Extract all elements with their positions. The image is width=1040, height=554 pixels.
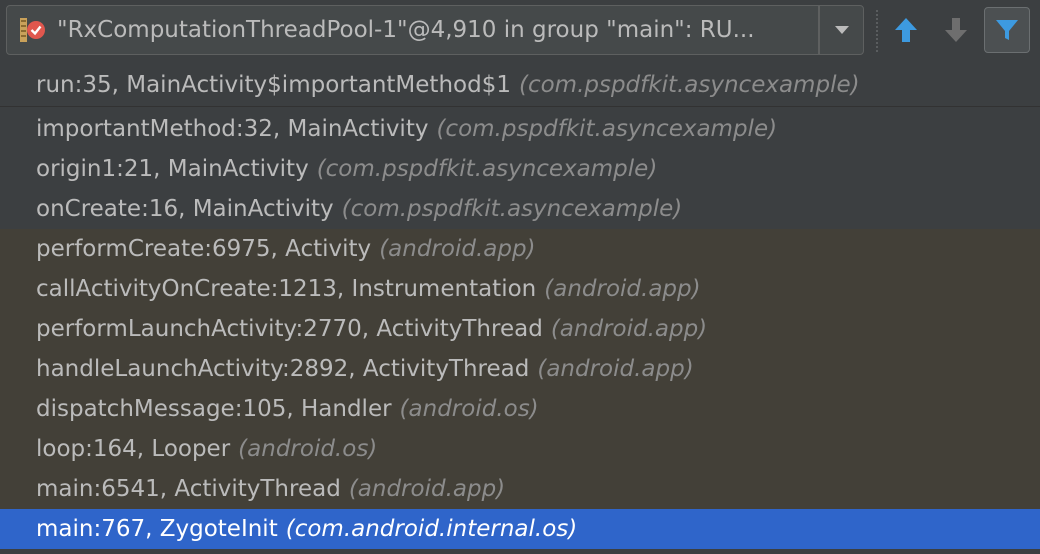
frame-method: main:6541, ActivityThread <box>36 476 341 502</box>
frame-method: origin1:21, MainActivity <box>36 156 309 182</box>
library-frame-row[interactable]: handleLaunchActivity:2892, ActivityThrea… <box>0 349 1040 389</box>
frame-package: (com.android.internal.os) <box>285 516 578 542</box>
frame-package: (android.os) <box>238 436 378 462</box>
frame-method: onCreate:16, MainActivity <box>36 196 334 222</box>
frames-list[interactable]: run:35, MainActivity$importantMethod$1 (… <box>0 63 1040 554</box>
frame-package: (com.pspdfkit.asyncexample) <box>436 116 778 142</box>
frame-package: (android.app) <box>537 356 694 382</box>
frame-package: (android.app) <box>348 476 506 502</box>
selected-frame-row[interactable]: main:767, ZygoteInit (com.android.intern… <box>0 509 1040 549</box>
frame-method: dispatchMessage:105, Handler <box>36 396 392 422</box>
library-frame-row[interactable]: dispatchMessage:105, Handler (android.os… <box>0 389 1040 429</box>
library-frame-row[interactable]: callActivityOnCreate:1213, Instrumentati… <box>0 269 1040 309</box>
frame-method: handleLaunchActivity:2892, ActivityThrea… <box>36 356 530 382</box>
frame-package: (android.app) <box>550 316 708 342</box>
library-frame-row[interactable]: main:6541, ActivityThread (android.app) <box>0 469 1040 509</box>
frame-package: (com.pspdfkit.asyncexample) <box>518 71 860 98</box>
frame-method: importantMethod:32, MainActivity <box>36 116 429 142</box>
frame-method: performLaunchActivity:2770, ActivityThre… <box>36 316 543 342</box>
library-frame-row[interactable]: performLaunchActivity:2770, ActivityThre… <box>0 309 1040 349</box>
library-frame-row[interactable]: loop:164, Looper (android.os) <box>0 429 1040 469</box>
thread-suspended-icon <box>17 15 47 45</box>
frame-package: (android.os) <box>399 396 539 422</box>
filter-library-frames-button[interactable] <box>984 7 1030 53</box>
frame-package: (android.app) <box>379 236 536 262</box>
chevron-down-icon <box>834 26 849 34</box>
arrow-down-icon <box>945 18 967 42</box>
filter-icon <box>996 20 1018 40</box>
frame-package: (com.pspdfkit.asyncexample) <box>341 196 683 222</box>
frame-method: callActivityOnCreate:1213, Instrumentati… <box>36 276 537 302</box>
frame-row[interactable]: onCreate:16, MainActivity (com.pspdfkit.… <box>0 189 1040 229</box>
next-frame-button[interactable] <box>936 9 976 51</box>
thread-dropdown-button[interactable] <box>819 5 864 55</box>
frame-method: run:35, MainActivity$importantMethod$1 <box>36 71 511 98</box>
toolbar-separator <box>876 10 878 52</box>
frame-method: performCreate:6975, Activity <box>36 236 372 262</box>
frame-package: (android.app) <box>544 276 701 302</box>
frame-method: main:767, ZygoteInit <box>36 516 278 542</box>
debugger-frames-toolbar: "RxComputationThreadPool-1"@4,910 in gro… <box>0 0 1040 63</box>
library-frame-row[interactable]: performCreate:6975, Activity (android.ap… <box>0 229 1040 269</box>
previous-frame-button[interactable] <box>886 9 926 51</box>
arrow-up-icon <box>895 18 917 42</box>
frame-package: (com.pspdfkit.asyncexample) <box>316 156 658 182</box>
thread-selector[interactable]: "RxComputationThreadPool-1"@4,910 in gro… <box>6 5 819 55</box>
thread-selector-label: "RxComputationThreadPool-1"@4,910 in gro… <box>57 17 755 43</box>
frame-row[interactable]: importantMethod:32, MainActivity (com.ps… <box>0 109 1040 149</box>
frame-row[interactable]: origin1:21, MainActivity (com.pspdfkit.a… <box>0 149 1040 189</box>
frame-row[interactable]: run:35, MainActivity$importantMethod$1 (… <box>0 63 1040 107</box>
frame-method: loop:164, Looper <box>36 436 231 462</box>
